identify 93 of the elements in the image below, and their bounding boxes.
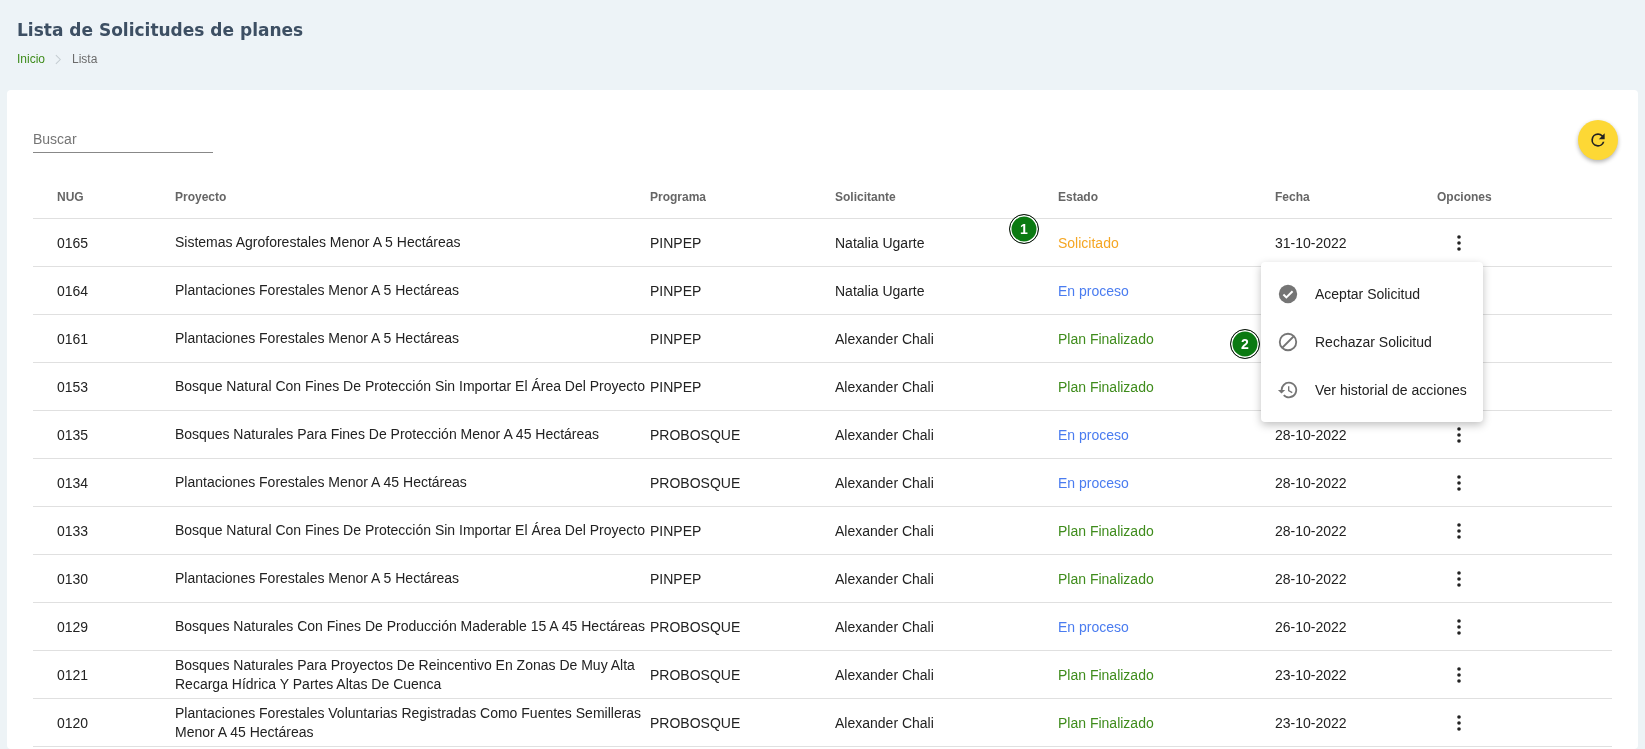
status-text: En proceso xyxy=(1058,426,1129,443)
column-header: Solicitante xyxy=(835,190,897,204)
table-cell-text: Plantaciones Forestales Menor A 5 Hectáreas xyxy=(175,569,461,588)
refresh-button[interactable] xyxy=(1578,120,1618,160)
column-header: Fecha xyxy=(1275,190,1311,204)
table-cell-text: Alexander Chali xyxy=(835,570,935,587)
table-cell-text: 0130 xyxy=(56,570,90,587)
status-text: Plan Finalizado xyxy=(1058,330,1154,347)
more-vertical-icon xyxy=(1457,522,1461,539)
history-icon xyxy=(1277,379,1299,401)
table-cell-text: Alexander Chali xyxy=(835,474,935,491)
table-cell-text: Plantaciones Forestales Menor A 45 Hectáreas xyxy=(175,473,468,492)
more-vertical-icon xyxy=(1457,666,1461,683)
table-cell-text: PROBOSQUE xyxy=(650,426,742,443)
table-cell-text: Natalia Ugarte xyxy=(835,234,926,251)
table-cell-text: 28-10-2022 xyxy=(1275,474,1348,491)
more-vertical-icon xyxy=(1457,474,1461,491)
table-cell-text: 0135 xyxy=(56,426,90,443)
table-cell-text: Bosques Naturales Para Proyectos De Reincentivo En Zonas De Muy Alta Recarga Hídrica Y Partes Altas De Cuenca xyxy=(175,655,636,694)
table-cell-text: Bosques Naturales Con Fines De Producción Maderable 15 A 45 Hectáreas xyxy=(175,617,647,636)
table-cell-text: Plantaciones Forestales Menor A 5 Hectáreas xyxy=(175,329,461,348)
breadcrumb-link[interactable]: Inicio xyxy=(17,52,45,66)
more-vertical-icon xyxy=(1457,714,1461,731)
table-cell-text: 28-10-2022 xyxy=(1275,426,1348,443)
table-cell-text: PROBOSQUE xyxy=(650,618,742,635)
status-text: En proceso xyxy=(1058,282,1129,299)
table-cell-text: Alexander Chali xyxy=(835,666,935,683)
table-cell-text: Bosque Natural Con Fines De Protección Sin Importar El Área Del Proyecto xyxy=(175,521,646,540)
column-header: Opciones xyxy=(1437,190,1493,204)
table-cell-text: Bosques Naturales Para Fines De Protección Menor A 45 Hectáreas xyxy=(175,425,601,444)
column-header: Proyecto xyxy=(175,190,228,204)
table-cell-text: Alexander Chali xyxy=(835,714,935,731)
table-cell-text: Alexander Chali xyxy=(835,618,935,635)
status-text: En proceso xyxy=(1058,474,1129,491)
table-cell-text: 26-10-2022 xyxy=(1275,618,1348,635)
table-cell-text: 0165 xyxy=(56,234,90,251)
page-title: Lista de Solicitudes de planes xyxy=(17,20,305,40)
more-vertical-icon xyxy=(1457,570,1461,587)
table-cell-text: Alexander Chali xyxy=(835,522,935,539)
table-cell-text: PINPEP xyxy=(650,234,703,251)
table-cell-text: 0133 xyxy=(56,522,90,539)
table-cell-text: 0134 xyxy=(56,474,90,491)
status-text: En proceso xyxy=(1058,618,1129,635)
table-cell-text: 0121 xyxy=(56,666,90,683)
table-cell-text: Bosque Natural Con Fines De Protección Sin Importar El Área Del Proyecto xyxy=(175,377,646,396)
menu-item[interactable]: Aceptar Solicitud xyxy=(1261,270,1483,318)
table-cell-text: PROBOSQUE xyxy=(650,666,742,683)
table-cell-text: PINPEP xyxy=(650,570,703,587)
search-field[interactable]: Buscar xyxy=(33,127,213,153)
menu-item[interactable]: Rechazar Solicitud xyxy=(1261,318,1483,366)
table-cell-text: PROBOSQUE xyxy=(650,714,742,731)
table-cell-text: PINPEP xyxy=(650,522,703,539)
column-header: NUG xyxy=(56,190,85,204)
table-cell-text: 0129 xyxy=(56,618,90,635)
column-header: Programa xyxy=(650,190,708,204)
table-cell-text: 0164 xyxy=(56,282,90,299)
step-marker: 2 xyxy=(1230,329,1260,359)
table-cell-text: 0161 xyxy=(56,330,90,347)
table-cell-text: Sistemas Agroforestales Menor A 5 Hectáreas xyxy=(175,233,462,252)
status-text: Plan Finalizado xyxy=(1058,522,1154,539)
table-cell-text: 28-10-2022 xyxy=(1275,522,1348,539)
table-cell-text: PINPEP xyxy=(650,330,703,347)
step-marker: 1 xyxy=(1009,214,1039,244)
breadcrumb-current: Lista xyxy=(72,52,98,66)
refresh-icon xyxy=(1588,130,1608,150)
table-cell-text: 23-10-2022 xyxy=(1275,714,1348,731)
chevron-icon xyxy=(55,53,62,65)
status-text: Plan Finalizado xyxy=(1058,570,1154,587)
table-cell-text: PROBOSQUE xyxy=(650,474,742,491)
table-cell-text: Alexander Chali xyxy=(835,426,935,443)
more-vertical-icon xyxy=(1457,618,1461,635)
table-cell-text: 0120 xyxy=(56,714,90,731)
table-cell-text: 23-10-2022 xyxy=(1275,666,1348,683)
menu-item[interactable]: Ver historial de acciones xyxy=(1261,366,1483,414)
table-cell-text: 0153 xyxy=(56,378,90,395)
table-cell-text: 31-10-2022 xyxy=(1275,234,1348,251)
column-header: Estado xyxy=(1058,190,1099,204)
table-cell-text: Plantaciones Forestales Menor A 5 Hectáreas xyxy=(175,281,461,300)
table-cell-text: Alexander Chali xyxy=(835,378,935,395)
status-text: Plan Finalizado xyxy=(1058,666,1154,683)
table-cell-text: Plantaciones Forestales Voluntarias Registradas Como Fuentes Semilleras Menor A 45 Hectáreas xyxy=(175,703,643,742)
more-vertical-icon xyxy=(1457,234,1461,251)
table-cell-text: PINPEP xyxy=(650,282,703,299)
table-cell-text: Natalia Ugarte xyxy=(835,282,926,299)
check-circle-icon xyxy=(1277,283,1299,305)
table-cell-text: PINPEP xyxy=(650,378,703,395)
block-icon xyxy=(1277,331,1299,353)
status-text: Plan Finalizado xyxy=(1058,714,1154,731)
table-cell-text: 28-10-2022 xyxy=(1275,570,1348,587)
more-vertical-icon xyxy=(1457,426,1461,443)
status-text: Plan Finalizado xyxy=(1058,378,1154,395)
status-text: Solicitado xyxy=(1058,234,1119,251)
table-cell-text: Alexander Chali xyxy=(835,330,935,347)
